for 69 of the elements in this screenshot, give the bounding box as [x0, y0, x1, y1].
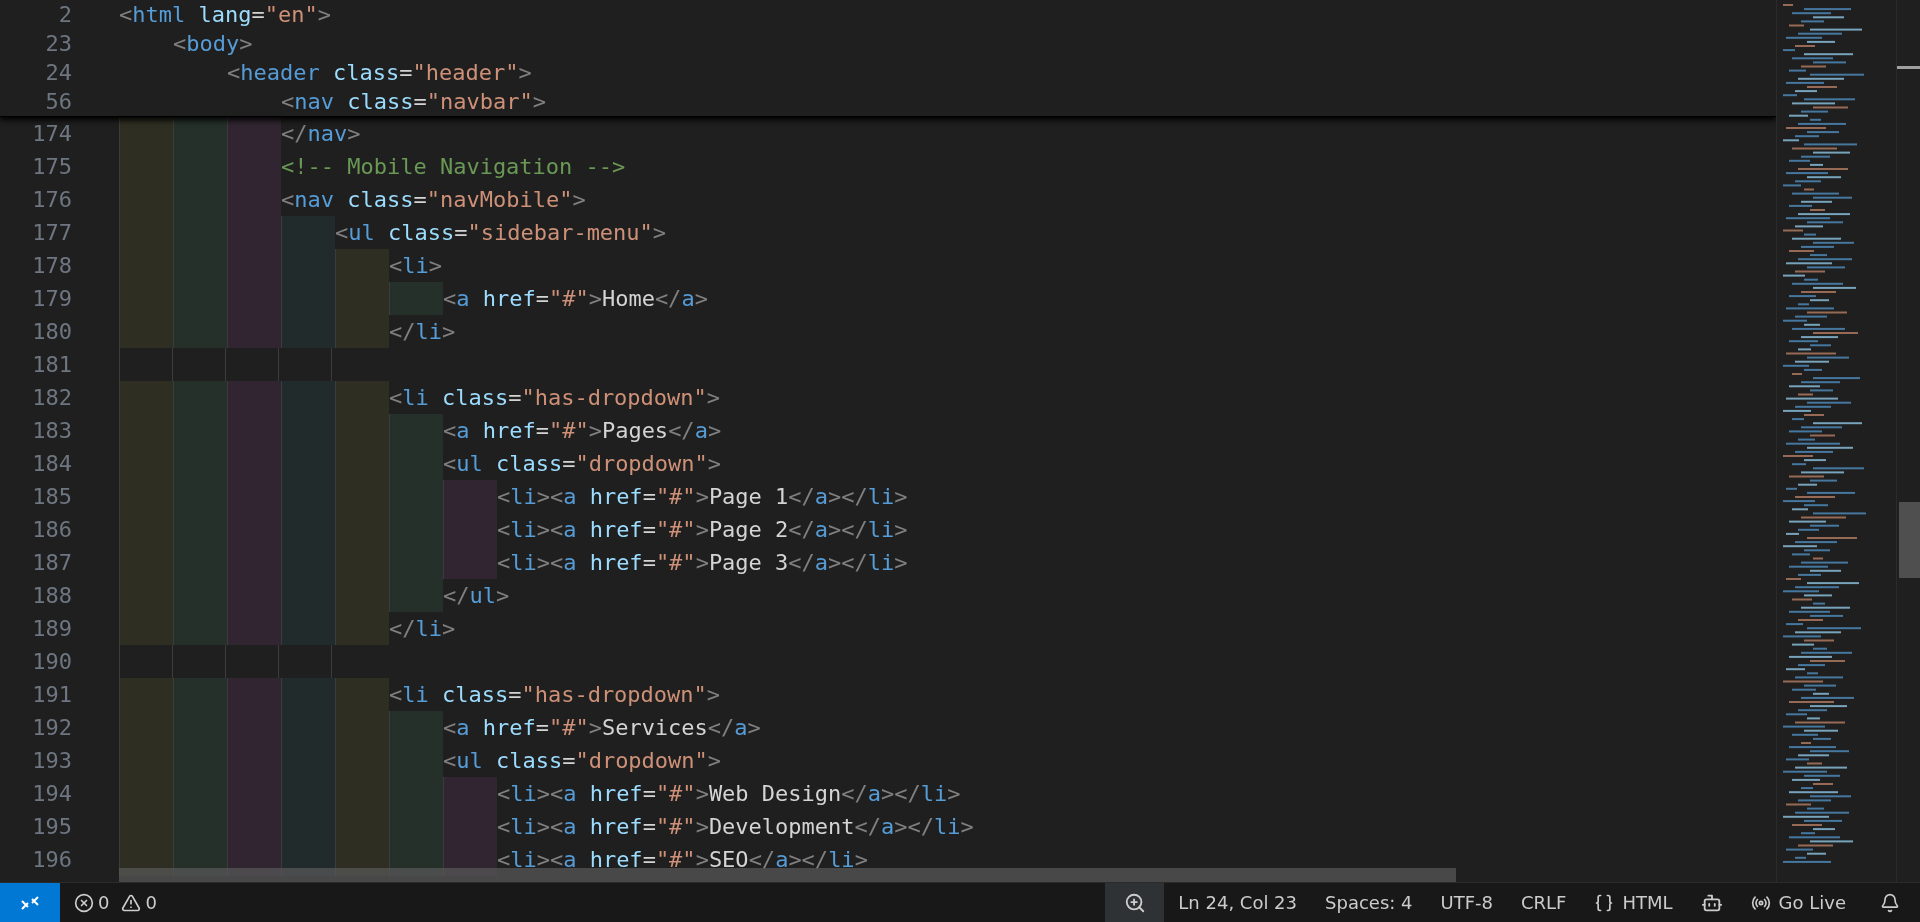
- code-line: </nav>: [119, 117, 361, 150]
- line-number: 191: [31, 681, 72, 709]
- line-number: 184: [31, 450, 72, 478]
- line-number: 56: [44, 88, 72, 116]
- code-line: <ul class="sidebar-menu">: [119, 216, 667, 249]
- code-line: <li><a href="#">Page 1</a></li>: [119, 480, 908, 513]
- line-number: 174: [31, 120, 72, 148]
- line-number: 194: [31, 780, 72, 808]
- line-number: 177: [31, 219, 72, 247]
- code-line: <li><a href="#">Page 2</a></li>: [119, 513, 908, 546]
- line-number: 175: [31, 153, 72, 181]
- code-line: <ul class="dropdown">: [119, 744, 722, 777]
- code-line: <a href="#">Pages</a>: [119, 414, 722, 447]
- error-icon: [74, 892, 94, 913]
- code-line: <body>: [172, 30, 253, 58]
- line-number: 192: [31, 714, 72, 742]
- code-line: <li class="has-dropdown">: [119, 678, 721, 711]
- code-line: <nav class="navbar">: [279, 88, 546, 116]
- line-number: 186: [31, 516, 72, 544]
- line-number: 196: [31, 846, 72, 874]
- line-number: 180: [31, 318, 72, 346]
- line-number: 2: [57, 1, 72, 29]
- line-number: 187: [31, 549, 72, 577]
- code-line: <li>: [119, 249, 442, 282]
- zoom-button[interactable]: [1105, 883, 1165, 922]
- line-number: 190: [31, 648, 72, 676]
- zoom-icon: [1123, 891, 1146, 914]
- code-line: </li>: [119, 315, 456, 348]
- line-ending-setting[interactable]: CRLF: [1507, 883, 1581, 922]
- code-line: <html lang="en">: [119, 1, 331, 29]
- line-number: 185: [31, 483, 72, 511]
- line-number: 179: [31, 285, 72, 313]
- line-number: 188: [31, 582, 72, 610]
- code-line: <li><a href="#">Web Design</a></li>: [119, 777, 961, 810]
- code-line: <nav class="navMobile">: [119, 183, 586, 216]
- code-line: <ul class="dropdown">: [119, 447, 722, 480]
- encoding-setting[interactable]: UTF-8: [1426, 883, 1507, 922]
- code-line: <a href="#">Services</a>: [119, 711, 761, 744]
- bell-icon: [1880, 892, 1900, 913]
- code-line: </li>: [119, 612, 456, 645]
- scrollbar-thumb[interactable]: [1899, 502, 1920, 578]
- indentation-setting[interactable]: Spaces: 4: [1311, 883, 1427, 922]
- line-number: 183: [31, 417, 72, 445]
- line-number: 176: [31, 186, 72, 214]
- code-line: <li><a href="#">Page 3</a></li>: [119, 546, 908, 579]
- code-line: <header class="header">: [225, 59, 532, 87]
- remote-button[interactable]: [0, 883, 60, 922]
- cursor-position[interactable]: Ln 24, Col 23: [1164, 883, 1312, 922]
- language-mode[interactable]: HTML: [1580, 883, 1687, 922]
- line-number: 182: [31, 384, 72, 412]
- line-number: 189: [31, 615, 72, 643]
- line-number: 193: [31, 747, 72, 775]
- code-line: </ul>: [119, 579, 510, 612]
- problems-button[interactable]: 0 0: [60, 883, 171, 922]
- line-number: 24: [44, 59, 72, 87]
- code-line: <li><a href="#">Development</a></li>: [119, 810, 974, 843]
- code-line: <li class="has-dropdown">: [119, 381, 721, 414]
- code-line: <!-- Mobile Navigation -->: [119, 150, 626, 183]
- braces-icon: [1594, 892, 1615, 913]
- line-number: 23: [44, 30, 72, 58]
- code-line: <a href="#">Home</a>: [119, 282, 708, 315]
- line-number: 181: [31, 351, 72, 379]
- cursor-marker: [1897, 66, 1920, 69]
- vertical-scrollbar[interactable]: [1896, 0, 1920, 882]
- line-number: 195: [31, 813, 72, 841]
- line-number: 178: [31, 252, 72, 280]
- horizontal-scrollbar[interactable]: [119, 868, 1456, 882]
- go-live-button[interactable]: Go Live: [1736, 883, 1860, 922]
- warning-icon: [121, 892, 142, 913]
